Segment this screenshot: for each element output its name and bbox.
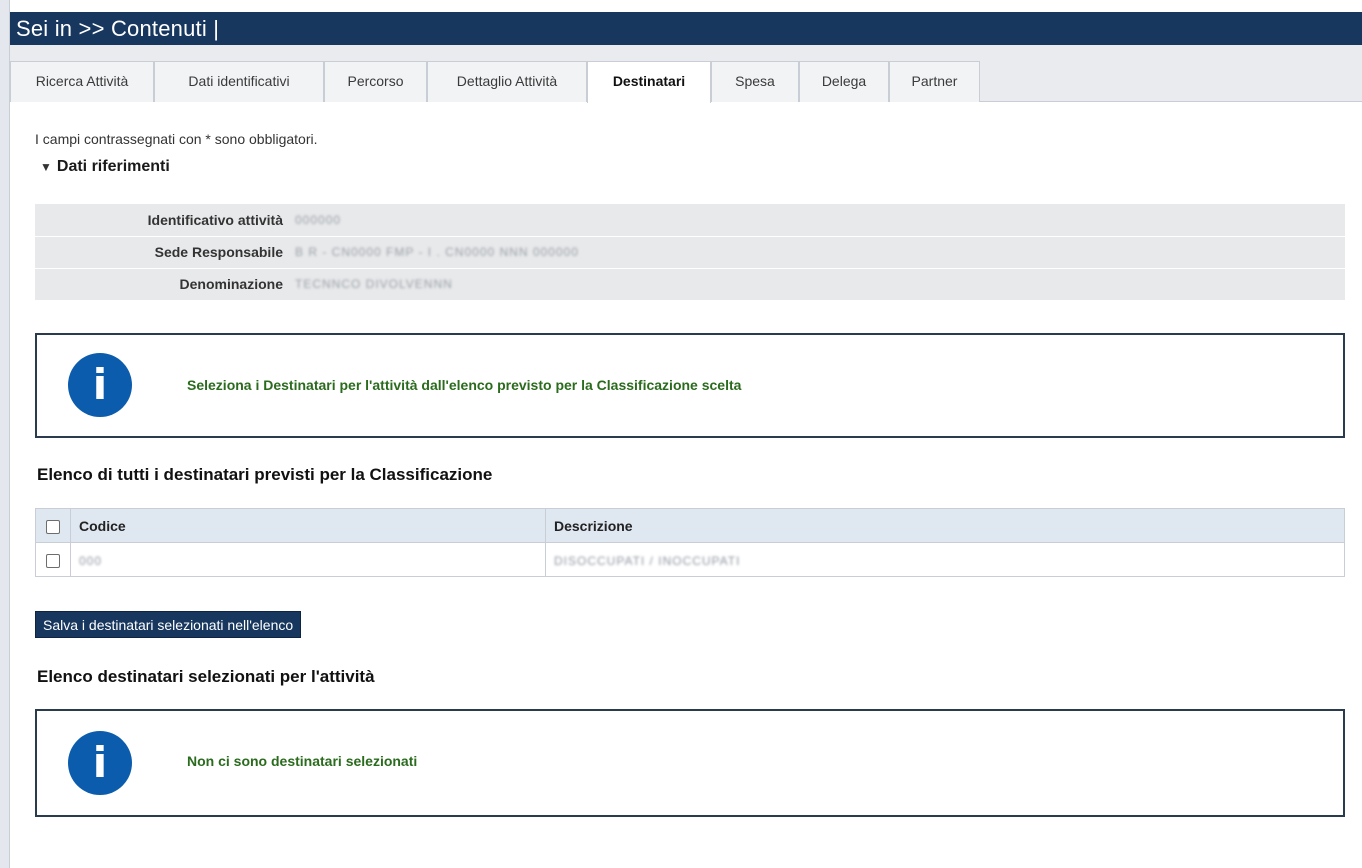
cell-descrizione: DISOCCUPATI / INOCCUPATI (545, 542, 1345, 577)
tab-label: Spesa (735, 73, 775, 89)
tab-dettaglio-attivita[interactable]: Dettaglio Attività (427, 61, 587, 102)
tab-delega[interactable]: Delega (799, 61, 889, 102)
tab-bar: Ricerca Attività Dati identificativi Per… (10, 45, 1362, 103)
ref-value: TECNNCO DIVOLVENNN (295, 277, 453, 291)
info-box-empty: i Non ci sono destinatari selezionati (35, 709, 1345, 817)
code-value: 000 (79, 553, 103, 568)
ref-label: Sede Responsabile (154, 244, 283, 260)
tab-partner[interactable]: Partner (889, 61, 980, 102)
info-box-select: i Seleziona i Destinatari per l'attività… (35, 333, 1345, 438)
mandatory-fields-note: I campi contrassegnati con * sono obblig… (35, 131, 318, 147)
ref-label: Denominazione (179, 276, 283, 292)
save-selected-button[interactable]: Salva i destinatari selezionati nell'ele… (35, 611, 302, 638)
riferimenti-table: Identificativo attività 000000 Sede Resp… (35, 204, 1345, 301)
ref-value: 000000 (295, 212, 342, 227)
select-all-cell (35, 508, 71, 543)
tab-dati-identificativi[interactable]: Dati identificativi (154, 61, 324, 102)
tab-label: Delega (821, 73, 867, 89)
tab-ricerca-attivita[interactable]: Ricerca Attività (10, 61, 154, 102)
tab-label: Ricerca Attività (35, 73, 129, 89)
select-all-checkbox[interactable] (46, 519, 60, 534)
info-message: Non ci sono destinatari selezionati (187, 753, 418, 769)
ref-label: Identificativo attività (147, 211, 283, 228)
list-all-heading: Elenco di tutti i destinatari previsti p… (37, 465, 493, 484)
tab-label: Destinatari (612, 73, 686, 89)
info-message: Seleziona i Destinatari per l'attività d… (187, 377, 742, 393)
ref-row: Denominazione TECNNCO DIVOLVENNN (35, 268, 1345, 300)
tab-destinatari[interactable]: Destinatari (587, 61, 711, 103)
list-selected-heading: Elenco destinatari selezionati per l'att… (37, 667, 375, 686)
section-toggle-dati-riferimenti[interactable]: ▼ Dati riferimenti (40, 158, 170, 176)
ref-row: Sede Responsabile B R - CN0000 FMP - I .… (35, 236, 1345, 268)
row-checkbox[interactable] (46, 553, 60, 568)
info-icon: i (68, 353, 132, 417)
destinatari-table: Codice Descrizione 000 DISOCCUPATI / INO… (35, 508, 1345, 577)
info-icon: i (68, 731, 132, 795)
tab-label: Percorso (347, 73, 404, 89)
tab-spesa[interactable]: Spesa (711, 61, 799, 102)
column-header-codice: Codice (70, 508, 546, 543)
left-border (0, 0, 9, 868)
ref-value: B R - CN0000 FMP - I . CN0000 NNN 000000 (295, 245, 579, 259)
triangle-down-icon: ▼ (40, 160, 52, 174)
table-header-row: Codice Descrizione (35, 508, 1345, 543)
tab-percorso[interactable]: Percorso (324, 61, 427, 102)
description-value: DISOCCUPATI / INOCCUPATI (554, 553, 741, 568)
table-row: 000 DISOCCUPATI / INOCCUPATI (35, 542, 1345, 577)
ref-row: Identificativo attività 000000 (35, 204, 1345, 236)
left-border-line (9, 0, 10, 868)
cell-codice: 000 (70, 542, 546, 577)
tab-label: Partner (911, 73, 958, 89)
column-header-descrizione: Descrizione (545, 508, 1345, 543)
section-title: Dati riferimenti (56, 158, 170, 175)
row-select-cell (35, 542, 71, 577)
breadcrumb: Sei in >> Contenuti | (16, 16, 220, 41)
tab-label: Dettaglio Attività (456, 73, 558, 89)
breadcrumb-bar: Sei in >> Contenuti | (10, 12, 1362, 45)
tab-label: Dati identificativi (188, 73, 290, 89)
